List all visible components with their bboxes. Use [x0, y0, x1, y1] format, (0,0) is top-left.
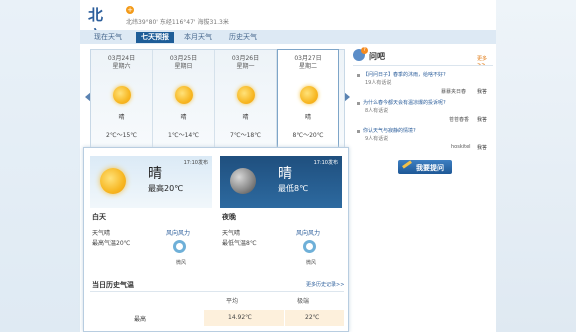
daytime-condition: 晴: [148, 166, 162, 182]
moon-icon: [230, 168, 256, 194]
qa-user[interactable]: 苍苍春香: [449, 116, 469, 123]
pencil-icon: [402, 160, 412, 169]
daytime-label: 白天: [92, 213, 106, 221]
qa-user[interactable]: hoskitel: [451, 144, 471, 150]
daytime-max-temp: 最高气温20℃: [92, 240, 131, 247]
history-extreme-value: 22℃: [305, 314, 320, 321]
forecast-weekday: 星期一: [236, 63, 255, 70]
forecast-strip: 03月24日 星期六 晴 2℃～15℃ 03月25日 星期日 晴 1℃～14℃ …: [90, 49, 345, 151]
history-extreme-cell: 22℃: [285, 310, 344, 326]
tab-seven-day[interactable]: 七天预报: [136, 32, 174, 43]
forecast-temp: 1℃～14℃: [168, 132, 199, 139]
night-wind-value: 微风: [306, 260, 317, 266]
night-weather: 天气晴: [222, 230, 241, 237]
forecast-condition: 晴: [118, 114, 125, 121]
forecast-condition: 晴: [180, 114, 187, 121]
forecast-weekday: 星期二: [298, 63, 317, 70]
daytime-temp: 最高20℃: [148, 184, 184, 193]
forecast-day[interactable]: 03月24日 星期六 晴 2℃～15℃: [91, 50, 153, 150]
history-more-link[interactable]: 更多历史记录>>: [306, 281, 344, 288]
history-col-extreme: 极端: [297, 298, 310, 305]
tab-bar: 现在天气 七天预报 本月天气 历史天气: [80, 30, 496, 44]
publish-time: 17:10发布: [313, 160, 338, 166]
qa-answer-link[interactable]: 我答: [477, 144, 487, 151]
qa-question-link[interactable]: 为什么春今都天会有温凉爆的投诉呢?: [363, 99, 446, 106]
night-wind-label: 风向风力: [296, 230, 321, 237]
divider: [90, 291, 344, 292]
history-average-value: 14.92℃: [228, 314, 252, 321]
sun-icon: [237, 86, 255, 104]
forecast-day[interactable]: 03月25日 星期日 晴 1℃～14℃: [153, 50, 215, 150]
qa-title: 问吧: [369, 52, 385, 61]
forecast-temp: 2℃～15℃: [106, 132, 137, 139]
qa-user[interactable]: 暴暴夹日春: [441, 88, 466, 95]
forecast-condition: 晴: [242, 114, 249, 121]
tab-current-weather[interactable]: 现在天气: [94, 32, 122, 43]
bullet-icon: [357, 130, 360, 133]
forecast-day[interactable]: 03月26日 星期一 晴 7℃～18℃: [215, 50, 277, 150]
tab-monthly[interactable]: 本月天气: [184, 32, 212, 43]
daytime-wind-label: 风向风力: [166, 230, 191, 237]
daytime-weather: 天气晴: [92, 230, 111, 237]
sun-icon: [300, 86, 318, 104]
history-average-cell: 14.92℃: [204, 310, 284, 326]
publish-time: 17:10发布: [183, 160, 208, 166]
qa-reply-count: 8人有话说: [365, 108, 389, 114]
ask-question-label: 我要提问: [416, 164, 444, 172]
divider: [353, 65, 493, 66]
night-condition: 晴: [278, 166, 292, 182]
history-row: 最高 14.92℃ 22℃: [90, 310, 344, 326]
question-mark-icon: ?: [361, 47, 368, 54]
sun-icon: [100, 168, 126, 194]
forecast-temp: 7℃～18℃: [230, 132, 261, 139]
qa-answer-link[interactable]: 我答: [477, 116, 487, 123]
qa-question-link[interactable]: 【问问日子】春季的沐雨，给啥不好?: [363, 71, 446, 78]
city-coordinates: 北纬39°80' 东经116°47' 海拔31.3米: [126, 19, 229, 26]
tab-history[interactable]: 历史天气: [229, 32, 257, 43]
sun-icon: [113, 86, 131, 104]
night-temp: 最低8℃: [278, 184, 309, 193]
right-background: [496, 0, 576, 332]
forecast-weekday: 星期日: [174, 63, 193, 70]
night-card: 17:10发布 晴 最低8℃: [220, 156, 342, 208]
day-detail-panel: 17:10发布 晴 最高20℃ 17:10发布 晴 最低8℃ 白天 天气晴 最高…: [83, 147, 349, 332]
ask-question-button[interactable]: 我要提问: [398, 160, 452, 174]
wind-icon: [303, 240, 316, 253]
qa-question-link[interactable]: 你认天气与寂静的情境?: [363, 127, 416, 134]
forecast-day-selected[interactable]: 03月27日 星期二 晴 8℃～20℃: [277, 49, 339, 151]
qa-answer-link[interactable]: 我答: [477, 88, 487, 95]
wind-icon: [173, 240, 186, 253]
qa-item: 你认天气与寂静的情境? 9人有话说 hoskitel 我答: [353, 127, 493, 157]
daytime-card: 17:10发布 晴 最高20℃: [90, 156, 212, 208]
forecast-weekday: 星期六: [112, 63, 131, 70]
qa-more-link[interactable]: 更多>>: [477, 55, 493, 68]
bullet-icon: [357, 74, 360, 77]
history-row-label: 最高: [134, 316, 147, 323]
night-label: 夜晚: [222, 213, 236, 221]
forecast-temp: 8℃～20℃: [292, 132, 324, 139]
history-title: 当日历史气温: [92, 281, 134, 289]
history-col-average: 平均: [226, 298, 239, 305]
sun-icon: [175, 86, 193, 104]
daytime-wind-value: 微风: [176, 260, 187, 266]
forecast-condition: 晴: [304, 114, 311, 121]
night-min-temp: 最低气温8℃: [222, 240, 257, 247]
left-background: [0, 0, 80, 332]
weather-page: 北京 + 北纬39°80' 东经116°47' 海拔31.3米 现在天气 七天预…: [80, 0, 496, 332]
qa-reply-count: 19人有话说: [365, 80, 392, 86]
qa-reply-count: 9人有话说: [365, 136, 389, 142]
plus-icon[interactable]: +: [126, 6, 134, 14]
qa-item: 【问问日子】春季的沐雨，给啥不好? 19人有话说 暴暴夹日春 我答: [353, 71, 493, 101]
qa-item: 为什么春今都天会有温凉爆的投诉呢? 8人有话说 苍苍春香 我答: [353, 99, 493, 129]
bullet-icon: [357, 102, 360, 105]
